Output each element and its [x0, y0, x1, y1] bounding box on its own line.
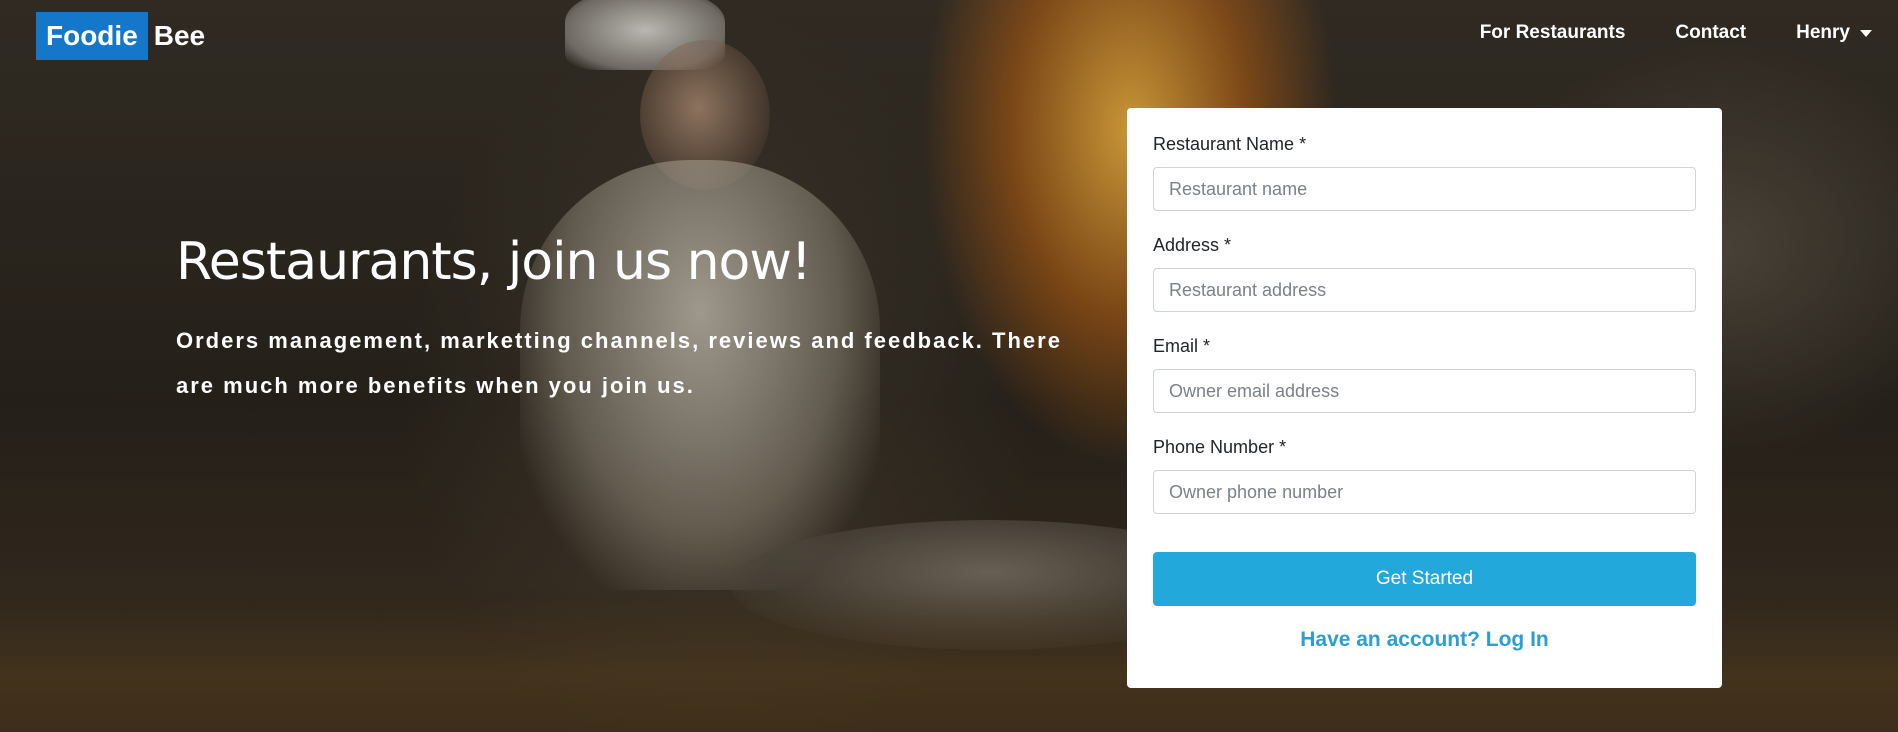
address-input[interactable]: [1153, 268, 1696, 312]
brand-logo-link[interactable]: Foodie Bee: [36, 12, 205, 60]
hero-title: Restaurants, join us now!: [176, 232, 812, 292]
phone-input[interactable]: [1153, 470, 1696, 514]
restaurant-name-field-group: Restaurant Name *: [1153, 134, 1696, 211]
address-label: Address *: [1153, 235, 1232, 255]
phone-label: Phone Number *: [1153, 437, 1287, 457]
email-label: Email *: [1153, 336, 1211, 356]
hero-subtitle: Orders management, marketting channels, …: [176, 328, 1062, 398]
nav-link-for-restaurants[interactable]: For Restaurants: [1480, 22, 1626, 44]
address-field-group: Address *: [1153, 235, 1696, 312]
restaurant-name-label: Restaurant Name *: [1153, 134, 1307, 154]
navbar: Foodie Bee For Restaurants Contact Henry: [0, 0, 1898, 74]
restaurant-signup-form: Restaurant Name * Address * Email * Phon…: [1127, 108, 1722, 688]
restaurant-name-input[interactable]: [1153, 167, 1696, 211]
caret-down-icon: [1860, 29, 1872, 37]
user-menu-dropdown[interactable]: Henry: [1796, 22, 1872, 44]
brand-logo-text: Bee: [153, 20, 206, 51]
nav-link-contact[interactable]: Contact: [1675, 22, 1746, 44]
email-field-group: Email *: [1153, 336, 1696, 413]
user-menu-label: Henry: [1796, 22, 1850, 43]
login-link[interactable]: Have an account? Log In: [1153, 628, 1696, 652]
nav-links: For Restaurants Contact Henry: [1430, 22, 1872, 44]
email-input[interactable]: [1153, 369, 1696, 413]
brand-logo-box: Foodie: [36, 12, 148, 60]
get-started-button[interactable]: Get Started: [1153, 552, 1696, 606]
phone-field-group: Phone Number *: [1153, 437, 1696, 514]
